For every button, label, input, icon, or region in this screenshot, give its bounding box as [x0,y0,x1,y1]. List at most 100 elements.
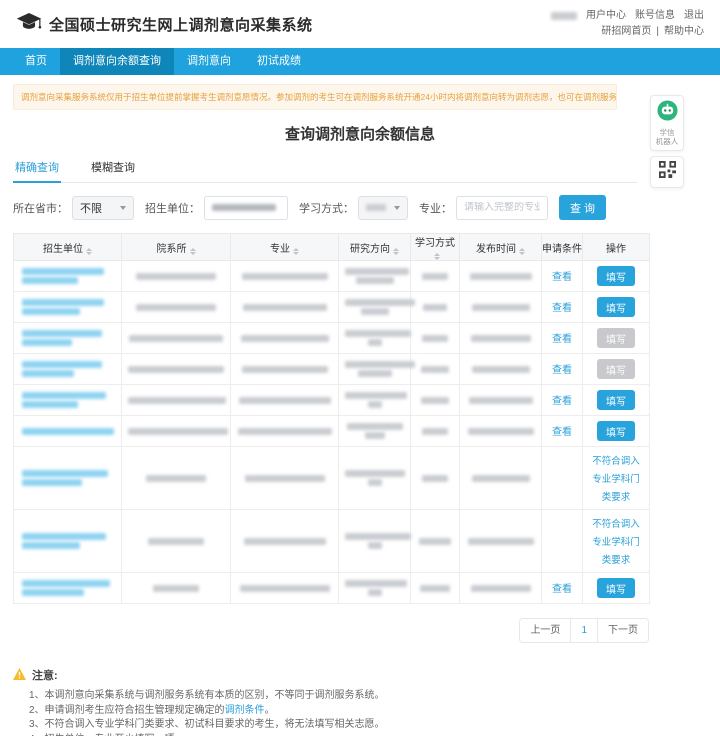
view-link[interactable]: 查看 [552,272,572,283]
view-link[interactable]: 查看 [552,396,572,407]
redacted-text [22,330,102,337]
qr-code-icon [659,161,676,183]
nav-item-1[interactable]: 调剂意向余额查询 [60,48,174,75]
next-page-button[interactable]: 下一页 [597,619,648,642]
pagination: 上一页 1 下一页 [13,618,649,643]
redacted-text [153,585,199,592]
cell-dept [122,573,231,604]
cell-action: 填写 [583,261,650,292]
study-mode-select[interactable] [358,196,408,220]
main-nav: 首页调剂意向余额查询调剂意向初试成绩 [0,48,720,75]
col-header-1[interactable]: 院系所 [122,234,231,261]
unit-input[interactable] [204,196,288,220]
note-item-2: 2、申请调剂考生应符合招生管理规定确定的调剂条件。 [13,704,707,719]
view-link[interactable]: 查看 [552,303,572,314]
fill-button[interactable]: 填写 [597,578,635,598]
yz-home-link[interactable]: 研招网首页 [601,24,651,40]
redacted-text [22,580,110,587]
redacted-text [22,268,104,275]
redacted-text [422,273,448,280]
redacted-text [422,475,448,482]
redacted-text [128,397,226,404]
not-eligible-text[interactable]: 不符合调入专业学科门类要求 [592,519,640,566]
cell-action: 填写 [583,573,650,604]
cell-unit-link[interactable] [14,447,122,510]
notes-list: 1、本调剂意向采集系统与调剂服务系统有本质的区别，不等同于调剂服务系统。 2、申请… [13,689,707,736]
cell-unit-link[interactable] [14,261,122,292]
redacted-text [368,479,382,486]
cell-action: 填写 [583,323,650,354]
account-info-link[interactable]: 账号信息 [635,8,675,24]
user-center-link[interactable]: 用户中心 [586,8,626,24]
logout-link[interactable]: 退出 [684,8,704,24]
tab-1[interactable]: 模糊查询 [89,154,137,182]
col-header-5[interactable]: 发布时间 [460,234,542,261]
redacted-text [136,273,216,280]
study-mode-label: 学习方式： [299,200,354,216]
view-link[interactable]: 查看 [552,427,572,438]
view-link[interactable]: 查看 [552,334,572,345]
cell-major [231,510,339,573]
transfer-conditions-link[interactable]: 调剂条件 [225,705,265,716]
cell-action: 填写 [583,385,650,416]
col-header-3[interactable]: 研究方向 [339,234,411,261]
redacted-text [128,428,228,435]
cell-unit-link[interactable] [14,292,122,323]
help-center-link[interactable]: 帮助中心 [664,24,704,40]
cell-conditions: 查看 [542,354,583,385]
fill-button[interactable]: 填写 [597,390,635,410]
redacted-text [22,370,74,377]
col-header-7: 操作 [583,234,650,261]
redacted-text [240,585,330,592]
prev-page-button[interactable]: 上一页 [520,619,570,642]
cell-study-mode [411,416,460,447]
cell-unit-link[interactable] [14,510,122,573]
app-title: 全国硕士研究生网上调剂意向采集系统 [49,14,313,35]
cell-unit-link[interactable] [14,416,122,447]
redacted-text [148,538,204,545]
redacted-text [22,542,80,549]
qr-code-button[interactable] [650,156,684,188]
cell-publish-time [460,416,542,447]
chevron-down-icon [120,206,126,210]
table-row: 不符合调入专业学科门类要求 [14,510,650,573]
not-eligible-text[interactable]: 不符合调入专业学科门类要求 [592,456,640,503]
nav-item-2[interactable]: 调剂意向 [174,48,244,75]
col-header-0[interactable]: 招生单位 [14,234,122,261]
redacted-text [345,470,405,477]
redacted-text [422,428,448,435]
search-button[interactable]: 查 询 [559,195,606,220]
fill-button[interactable]: 填写 [597,421,635,441]
redacted-text [22,589,84,596]
fill-button[interactable]: 填写 [597,297,635,317]
view-link[interactable]: 查看 [552,365,572,376]
user-name-redacted [551,12,577,20]
redacted-text [22,479,82,486]
province-select[interactable]: 不限 [72,196,134,220]
redacted-text [368,339,382,346]
robot-label: 学信 机器人 [656,128,679,146]
unit-value-redacted [212,204,276,211]
cell-unit-link[interactable] [14,385,122,416]
notes-title: 注意: [32,667,58,683]
nav-item-3[interactable]: 初试成绩 [244,48,314,75]
cell-publish-time [460,323,542,354]
notice-banner: 调剂意向采集服务系统仅用于招生单位提前掌握考生调剂意愿情况。参加调剂的考生可在调… [13,84,617,110]
cell-unit-link[interactable] [14,354,122,385]
cell-unit-link[interactable] [14,323,122,354]
page-1-button[interactable]: 1 [570,619,597,642]
major-input[interactable] [464,202,540,213]
cell-publish-time [460,354,542,385]
fill-button[interactable]: 填写 [597,266,635,286]
col-header-4[interactable]: 学习方式 [411,234,460,261]
cell-conditions: 查看 [542,385,583,416]
note-text: 1、本调剂意向采集系统与调剂服务系统有本质的区别，不等同于调剂服务系统。 [29,690,385,701]
view-link[interactable]: 查看 [552,584,572,595]
cell-study-mode [411,323,460,354]
nav-item-0[interactable]: 首页 [12,48,60,75]
robot-assistant-button[interactable]: 学信 机器人 [650,95,684,151]
cell-publish-time [460,292,542,323]
tab-0[interactable]: 精确查询 [13,154,61,183]
cell-unit-link[interactable] [14,573,122,604]
col-header-2[interactable]: 专业 [231,234,339,261]
